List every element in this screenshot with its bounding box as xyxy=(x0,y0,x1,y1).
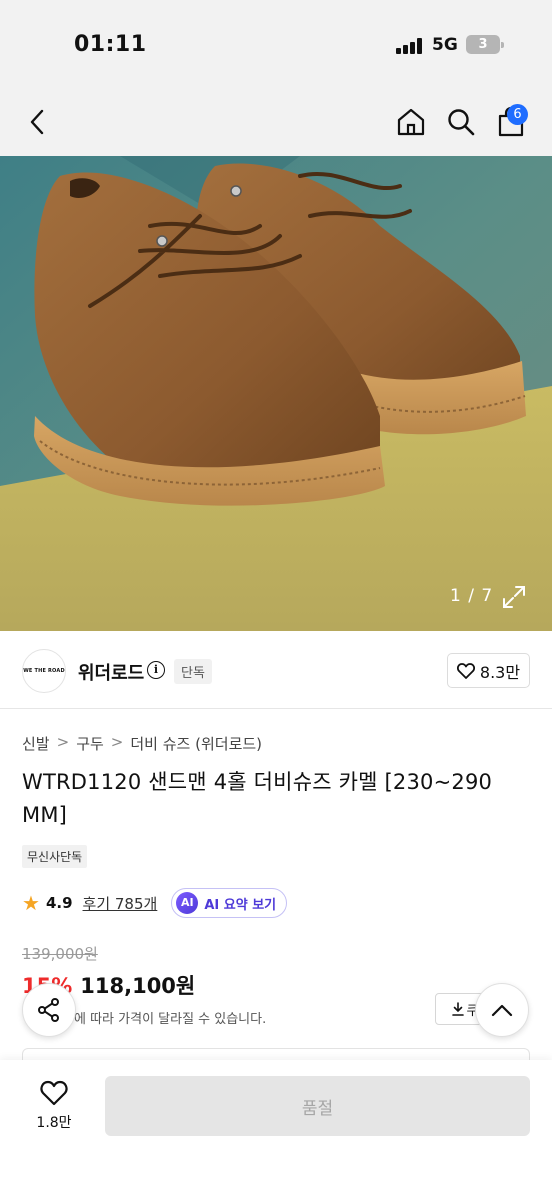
brand-like-count: 8.3만 xyxy=(479,662,521,682)
review-link[interactable]: 후기 785개 xyxy=(83,893,158,914)
shoe-photo xyxy=(0,156,552,631)
original-price: 139,000원 xyxy=(22,945,98,963)
product-image[interactable] xyxy=(0,156,552,631)
ai-summary-button[interactable]: AI AI 요약 보기 xyxy=(171,888,288,918)
breadcrumb-item[interactable]: 구두 xyxy=(76,733,104,754)
price-note: 에 따라 가격이 달라질 수 있습니다. xyxy=(74,1012,267,1027)
info-icon[interactable]: i xyxy=(147,661,165,679)
breadcrumb-separator-icon: > xyxy=(110,733,124,751)
battery-icon: 3 xyxy=(466,35,500,54)
battery-tip xyxy=(501,42,504,48)
signal-icon xyxy=(396,38,422,54)
brand-logo[interactable]: WE THE ROAD xyxy=(22,649,66,693)
bottom-action-bar: 1.8만 품절 xyxy=(0,1060,552,1200)
wishlist-count: 1.8만 xyxy=(36,1115,72,1131)
cart-count-badge: 6 xyxy=(507,104,528,125)
exclusive-badge: 단독 xyxy=(174,659,212,684)
rating-row: ★ 4.9 후기 785개 AI AI 요약 보기 xyxy=(22,888,288,918)
soldout-button[interactable]: 품절 xyxy=(105,1076,530,1136)
rating-value: 4.9 xyxy=(45,894,73,912)
ai-summary-label: AI 요약 보기 xyxy=(204,897,277,913)
scroll-top-button[interactable] xyxy=(475,983,529,1037)
breadcrumb-item[interactable]: 더비 슈즈 (위더로드) xyxy=(130,733,262,754)
heart-icon xyxy=(40,1080,68,1106)
status-bar: 01:11 5G 3 xyxy=(0,0,552,90)
search-icon xyxy=(448,109,475,136)
top-nav xyxy=(0,90,552,156)
brand-like-button[interactable]: 8.3만 xyxy=(447,653,530,688)
home-icon xyxy=(397,108,425,136)
star-icon: ★ xyxy=(22,891,40,915)
wishlist-button[interactable]: 1.8만 xyxy=(22,1080,86,1132)
breadcrumb-separator-icon: > xyxy=(56,733,70,751)
expand-icon xyxy=(503,586,525,608)
product-title: WTRD1120 샌드맨 4홀 더비슈즈 카멜 [230~290 MM] xyxy=(22,770,493,827)
home-button[interactable] xyxy=(393,104,429,140)
chevron-left-icon xyxy=(30,109,44,135)
brand-name[interactable]: 위더로드 xyxy=(78,659,144,685)
back-button[interactable] xyxy=(20,104,56,140)
breadcrumb: 신발 > 구두 > 더비 슈즈 (위더로드) xyxy=(22,733,262,754)
ai-icon: AI xyxy=(176,892,199,914)
search-button[interactable] xyxy=(443,104,479,140)
chevron-up-icon xyxy=(491,1004,513,1017)
product-tag: 무신사단독 xyxy=(22,845,88,868)
sale-price: 118,100원 xyxy=(80,974,196,998)
brand-row: WE THE ROAD 위더로드 i 단독 8.3만 xyxy=(0,631,552,709)
share-button[interactable] xyxy=(22,983,76,1037)
status-time: 01:11 xyxy=(74,32,147,57)
network-type: 5G xyxy=(432,35,458,55)
expand-image-button[interactable] xyxy=(501,584,527,610)
breadcrumb-item[interactable]: 신발 xyxy=(22,733,50,754)
download-icon xyxy=(451,1002,464,1016)
image-counter: 1 / 7 xyxy=(450,586,494,606)
share-icon xyxy=(38,998,59,1022)
heart-icon xyxy=(456,662,475,679)
